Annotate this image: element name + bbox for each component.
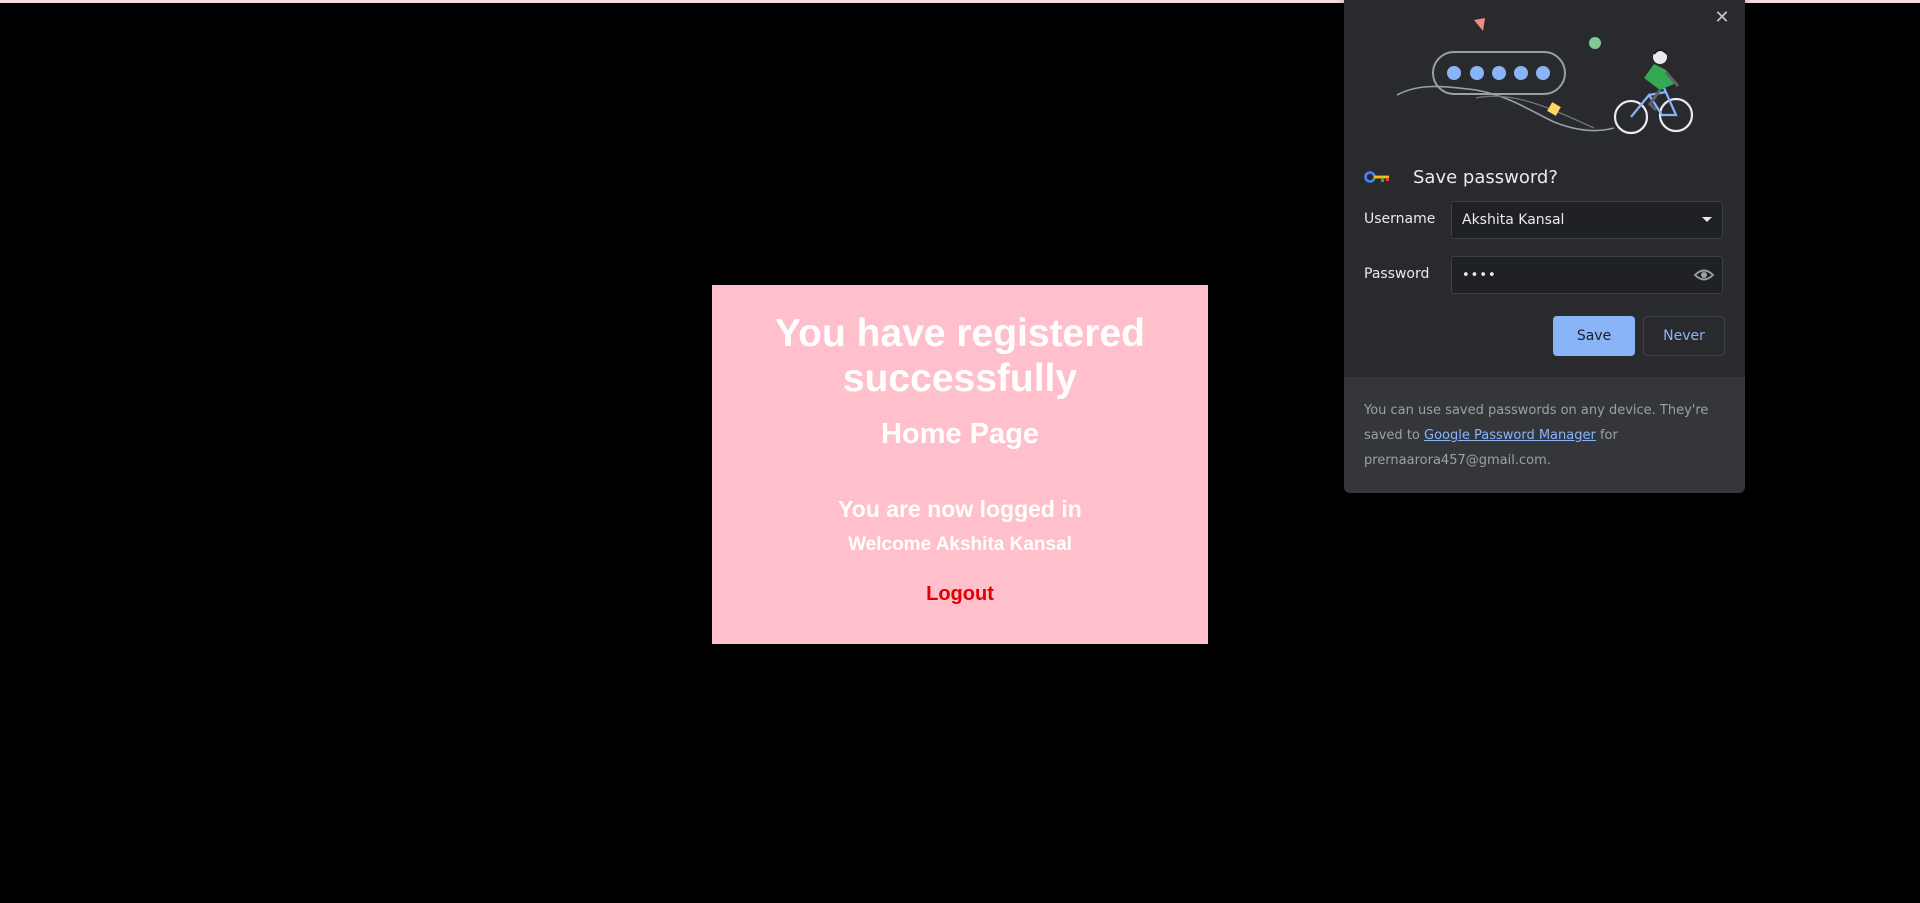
save-password-bubble: ✕ Save password? Username Akshita Kansal… [1344,0,1745,493]
bubble-title-row: Save password? [1364,163,1558,191]
welcome-text: Welcome Akshita Kansal [848,534,1072,555]
eye-icon[interactable] [1694,266,1714,284]
home-page-heading: Home Page [881,418,1039,450]
username-label: Username [1364,211,1436,227]
username-value: Akshita Kansal [1462,212,1565,228]
bubble-footer: You can use saved passwords on any devic… [1344,377,1745,493]
never-button[interactable]: Never [1643,316,1725,356]
close-icon[interactable]: ✕ [1710,6,1734,30]
password-cyclist-illustration [1396,18,1694,135]
key-icon [1364,171,1389,183]
google-password-manager-link[interactable]: Google Password Manager [1424,428,1596,443]
dropdown-arrow-icon [1702,217,1712,222]
login-status-text: You are now logged in [838,496,1082,522]
logout-link[interactable]: Logout [712,582,1208,606]
password-value: •••• [1462,268,1497,283]
password-label: Password [1364,266,1430,282]
username-select[interactable]: Akshita Kansal [1451,201,1723,239]
bubble-title: Save password? [1413,166,1558,188]
success-card: You have registered successfully Home Pa… [712,285,1208,644]
save-button[interactable]: Save [1553,316,1635,356]
registration-heading: You have registered successfully [775,312,1145,400]
password-field[interactable]: •••• [1451,256,1723,294]
